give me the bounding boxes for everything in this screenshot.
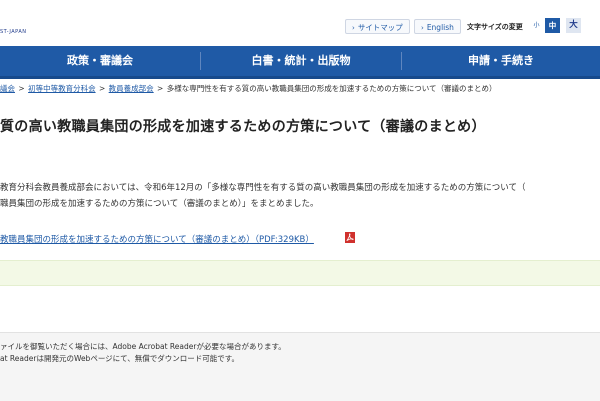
english-button[interactable]: › English [414,19,461,34]
chevron-right-icon: › [421,24,424,32]
notice-line: at Readerは開発元のWebページにて、無償でダウンロード可能です。 [0,354,240,363]
nav-item-applications[interactable]: 申請・手続き [402,46,600,76]
english-label: English [426,23,454,32]
page-title: 質の高い教職員集団の形成を加速するための方策について（審議のまとめ） [0,119,486,135]
breadcrumb-separator: > [98,84,106,93]
breadcrumb-link[interactable]: 初等中等教育分科会 [28,84,96,93]
body-paragraph-line: 職員集団の形成を加速するための方策について（審議のまとめ）」をまとめました。 [0,199,319,209]
page: ST-JAPAN › サイトマップ › English 文字サイズの変更 小 中 大… [0,0,600,401]
text-size-small-button[interactable]: 小 [529,18,544,33]
text-size-label: 文字サイズの変更 [467,23,523,31]
acrobat-notice: ァイルを御覧いただく場合には、Adobe Acrobat Readerが必要な場… [0,332,600,401]
top-utility-bar: ST-JAPAN › サイトマップ › English 文字サイズの変更 小 中 大 [0,0,600,46]
main-nav: 政策・審議会 白書・統計・出版物 申請・手続き [0,46,600,79]
breadcrumb: 議会 > 初等中等教育分科会 > 教員養成部会 > 多様な専門性を有する質の高い… [0,83,600,95]
chevron-right-icon: › [352,24,355,32]
breadcrumb-separator: > [157,84,164,93]
body-paragraph-line: 教育分科会教員養成部会においては、令和6年12月の「多様な専門性を有する質の高い… [0,183,526,193]
nav-item-policy[interactable]: 政策・審議会 [0,46,200,76]
text-size-medium-button[interactable]: 中 [545,18,560,33]
content-divider-band [0,260,600,286]
pdf-icon[interactable] [345,232,355,243]
breadcrumb-current: 多様な専門性を有する質の高い教職員集団の形成を加速するための方策について（審議の… [166,84,497,93]
body-paragraph: 教育分科会教員養成部会においては、令和6年12月の「多様な専門性を有する質の高い… [0,180,600,212]
sitemap-label: サイトマップ [357,23,403,32]
text-size-large-button[interactable]: 大 [566,18,581,33]
sitemap-button[interactable]: › サイトマップ [345,19,410,34]
notice-line: ァイルを御覧いただく場合には、Adobe Acrobat Readerが必要な場… [0,342,286,351]
breadcrumb-separator: > [18,84,25,93]
nav-item-white-papers[interactable]: 白書・統計・出版物 [201,46,401,76]
breadcrumb-link[interactable]: 議会 [0,84,15,93]
breadcrumb-link[interactable]: 教員養成部会 [109,84,154,93]
site-logo-text[interactable]: ST-JAPAN [0,29,27,35]
pdf-document-link[interactable]: 教職員集団の形成を加速するための方策について（審議のまとめ）（PDF:329KB… [0,233,314,245]
